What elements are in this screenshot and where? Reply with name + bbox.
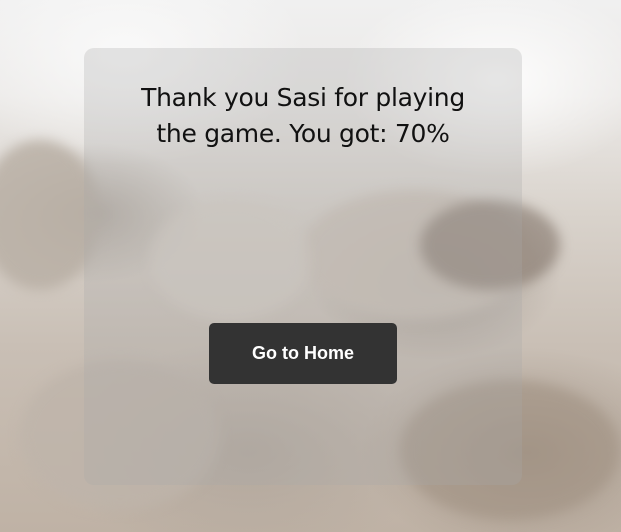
result-message-line-1: Thank you Sasi for playing	[141, 83, 465, 112]
result-message: Thank you Sasi for playing the game. You…	[84, 80, 522, 152]
go-to-home-button[interactable]: Go to Home	[209, 323, 397, 384]
result-message-line-2: the game. You got: 70%	[156, 119, 450, 148]
result-card: Thank you Sasi for playing the game. You…	[84, 48, 522, 485]
